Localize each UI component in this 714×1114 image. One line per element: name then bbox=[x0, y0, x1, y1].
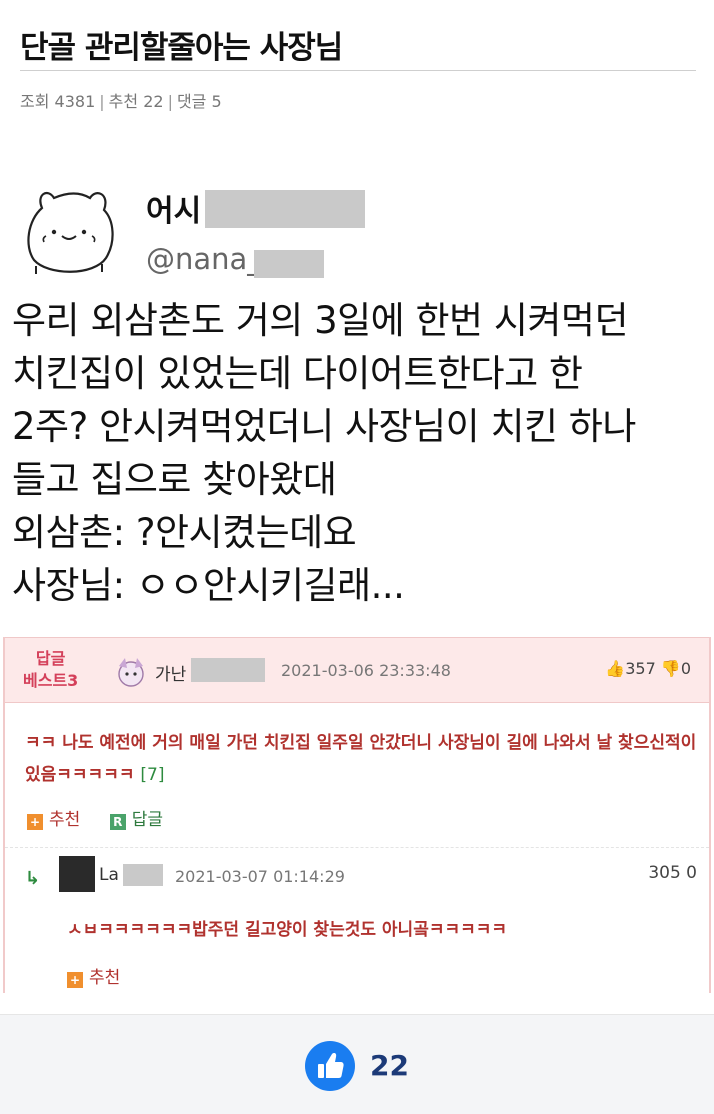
commenter-name-redaction bbox=[191, 658, 265, 682]
reply-button[interactable]: R 답글 bbox=[109, 805, 163, 830]
plus-icon: + bbox=[27, 814, 43, 830]
reply-recommend-button[interactable]: + 추천 bbox=[67, 963, 120, 988]
comment-actions: + 추천 R 답글 bbox=[27, 805, 187, 830]
reply-arrow-icon: ↳ bbox=[25, 868, 41, 889]
post-meta: 조회 4381 | 추천 22 | 댓글 5 bbox=[20, 92, 222, 111]
commenter-name[interactable]: 가난 bbox=[155, 660, 186, 685]
recommend-button[interactable]: + 추천 bbox=[27, 805, 80, 830]
best-badge: 답글 베스트3 bbox=[23, 649, 79, 690]
like-button[interactable] bbox=[305, 1041, 355, 1091]
tweet-avatar bbox=[18, 180, 122, 280]
comment-votes: 👍357 👎0 bbox=[605, 659, 691, 678]
post-title: 단골 관리할줄아는 사장님 bbox=[20, 30, 343, 66]
reply-votes: 305 0 bbox=[648, 863, 697, 883]
tweet-handle: @nana_ bbox=[146, 242, 262, 276]
best-comment-header: 답글 베스트3 가난 2021-03-06 23:33:48 👍357 👎0 bbox=[5, 637, 709, 703]
plus-icon: + bbox=[67, 972, 83, 988]
reply-comment: ↳ La 2021-03-07 01:14:29 305 0 ㅅㅂㅋㅋㅋㅋㅋㅋ밥… bbox=[5, 847, 709, 993]
thumbs-down-icon[interactable]: 👎 bbox=[661, 659, 681, 678]
like-count: 22 bbox=[370, 1049, 409, 1082]
comment-box: 답글 베스트3 가난 2021-03-06 23:33:48 👍357 👎0 ㅋ… bbox=[3, 637, 711, 993]
recommend-count: 22 bbox=[143, 92, 164, 111]
reply-icon: R bbox=[109, 814, 126, 830]
title-divider bbox=[20, 70, 696, 71]
views-count: 4381 bbox=[54, 92, 96, 111]
reply-text: ㅅㅂㅋㅋㅋㅋㅋㅋ밥주던 길고양이 찾는것도 아니곸ㅋㅋㅋㅋㅋ bbox=[67, 920, 508, 940]
thumbs-up-icon[interactable]: 👍 bbox=[605, 659, 625, 678]
recommend-label: 추천 bbox=[108, 92, 139, 111]
tweet-line: 치킨집이 있었는데 다이어트한다고 한 bbox=[12, 352, 583, 395]
reply-count[interactable]: [7] bbox=[140, 765, 164, 785]
comments-label: 댓글 bbox=[176, 92, 207, 111]
tweet-line: 외삼촌: ?안시켰는데요 bbox=[12, 511, 357, 554]
views-label: 조회 bbox=[20, 92, 50, 111]
tweet-line: 들고 집으로 찾아왔대 bbox=[12, 458, 337, 501]
down-count: 0 bbox=[680, 659, 691, 678]
commenter-avatar bbox=[113, 654, 149, 690]
comments-count: 5 bbox=[211, 92, 222, 111]
tweet-line: 우리 외삼촌도 거의 3일에 한번 시켜먹던 bbox=[12, 299, 629, 342]
name-redaction bbox=[205, 190, 365, 228]
tweet-line: 2주? 안시켜먹었더니 사장님이 치킨 하나 bbox=[12, 405, 636, 448]
best-comment-text: ㅋㅋ 나도 예전에 거의 매일 가던 치킨집 일주일 안갔더니 사장님이 길에 … bbox=[25, 733, 697, 785]
reply-avatar bbox=[59, 856, 95, 892]
reply-date: 2021-03-07 01:14:29 bbox=[175, 867, 345, 886]
comment-date: 2021-03-06 23:33:48 bbox=[281, 661, 451, 680]
bottom-bar: 22 bbox=[0, 1014, 714, 1114]
tweet-body: 우리 외삼촌도 거의 3일에 한번 시켜먹던 치킨집이 있었는데 다이어트한다고… bbox=[12, 294, 712, 612]
reply-author[interactable]: La bbox=[99, 865, 119, 885]
handle-redaction bbox=[254, 250, 324, 278]
up-count: 357 bbox=[625, 659, 656, 678]
tweet-line: 사장님: ㅇㅇ안시키길래... bbox=[12, 564, 405, 607]
thumbs-up-icon bbox=[318, 1053, 344, 1078]
tweet-author-name: 어시 bbox=[146, 194, 202, 229]
reply-author-redaction bbox=[123, 864, 163, 886]
